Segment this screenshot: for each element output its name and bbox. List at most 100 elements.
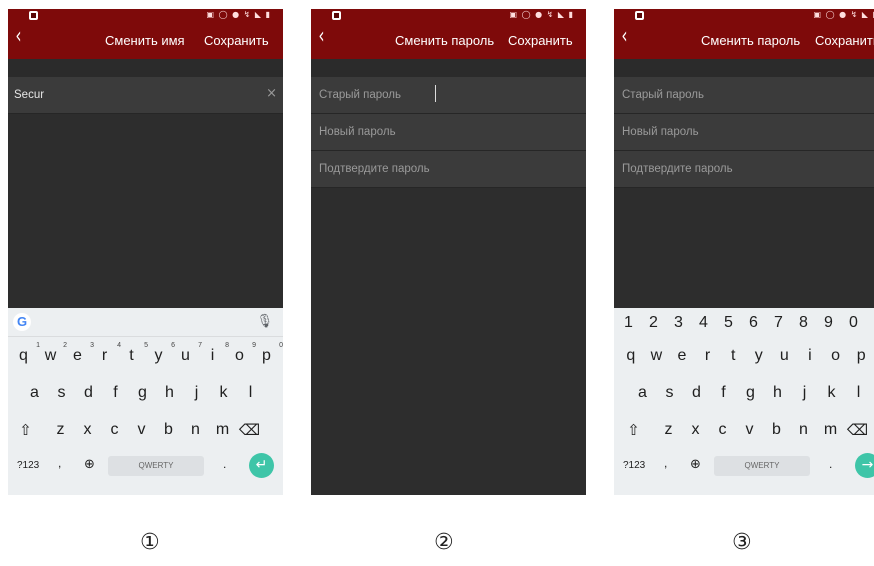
key-w[interactable]: w2 xyxy=(37,342,67,365)
key-b[interactable]: b xyxy=(155,421,182,439)
enter-icon[interactable]: ↵ xyxy=(249,453,274,478)
key-r[interactable]: r4 xyxy=(91,342,121,365)
new-password-field[interactable]: Новый пароль xyxy=(311,114,586,151)
key-k[interactable]: k xyxy=(210,384,237,402)
top-bar: ‹ Сменить пароль Сохранить xyxy=(311,23,586,59)
symbols-key[interactable]: ?123 xyxy=(17,460,39,471)
key-j[interactable]: j xyxy=(183,384,210,402)
key-g[interactable]: g xyxy=(129,384,156,402)
key-0[interactable]: 0 xyxy=(849,314,874,332)
symbols-key[interactable]: ?123 xyxy=(623,460,645,471)
back-arrow-icon[interactable]: ‹ xyxy=(318,26,324,48)
comma-key[interactable]: , xyxy=(664,456,667,470)
key-v[interactable]: v xyxy=(128,421,155,439)
key-9[interactable]: 9 xyxy=(824,314,849,332)
key-6[interactable]: 6 xyxy=(749,314,774,332)
key-e[interactable]: e3 xyxy=(64,342,94,365)
key-e[interactable]: e xyxy=(669,347,695,365)
key-d[interactable]: d xyxy=(683,384,710,402)
key-f[interactable]: f xyxy=(710,384,737,402)
key-3[interactable]: 3 xyxy=(674,314,699,332)
globe-icon[interactable]: ⊕ xyxy=(690,457,701,472)
key-h[interactable]: h xyxy=(764,384,791,402)
key-7[interactable]: 7 xyxy=(774,314,799,332)
key-l[interactable]: l xyxy=(237,384,264,402)
google-icon[interactable]: G xyxy=(13,313,31,331)
key-y[interactable]: y6 xyxy=(145,342,176,365)
backspace-icon[interactable]: ⌫ xyxy=(844,421,871,439)
confirm-password-placeholder: Подтвердите пароль xyxy=(319,163,430,175)
save-button[interactable]: Сохранить xyxy=(815,33,874,48)
key-i[interactable]: i xyxy=(797,347,823,365)
status-icons: ▣ ◯ ● ↯ ◣ ▮ xyxy=(509,10,574,19)
key-5[interactable]: 5 xyxy=(724,314,749,332)
key-a[interactable]: a xyxy=(21,384,48,402)
key-y[interactable]: y xyxy=(746,347,772,365)
key-8[interactable]: 8 xyxy=(799,314,824,332)
key-i[interactable]: i8 xyxy=(199,342,229,365)
globe-icon[interactable]: ⊕ xyxy=(84,457,95,472)
key-c[interactable]: c xyxy=(101,421,128,439)
key-a[interactable]: a xyxy=(629,384,656,402)
spacer xyxy=(614,59,874,77)
key-1[interactable]: 1 xyxy=(624,314,649,332)
period-key[interactable]: . xyxy=(223,457,226,471)
save-button[interactable]: Сохранить xyxy=(204,33,269,48)
comma-key[interactable]: , xyxy=(58,456,61,470)
key-b[interactable]: b xyxy=(763,421,790,439)
key-g[interactable]: g xyxy=(737,384,764,402)
key-2[interactable]: 2 xyxy=(649,314,674,332)
clear-icon[interactable]: × xyxy=(266,86,277,101)
key-t[interactable]: t xyxy=(720,347,746,365)
key-j[interactable]: j xyxy=(791,384,818,402)
back-arrow-icon[interactable]: ‹ xyxy=(621,26,627,48)
next-arrow-icon[interactable]: → xyxy=(855,453,874,478)
key-v[interactable]: v xyxy=(736,421,763,439)
key-h[interactable]: h xyxy=(156,384,183,402)
shift-icon[interactable]: ⇧ xyxy=(620,421,647,439)
shift-icon[interactable]: ⇧ xyxy=(12,421,39,439)
key-x[interactable]: x xyxy=(682,421,709,439)
key-x[interactable]: x xyxy=(74,421,101,439)
key-m[interactable]: m xyxy=(209,421,236,439)
key-m[interactable]: m xyxy=(817,421,844,439)
key-n[interactable]: n xyxy=(790,421,817,439)
space-key[interactable]: QWERTY xyxy=(714,456,810,476)
key-o[interactable]: o9 xyxy=(226,342,256,365)
confirm-password-field[interactable]: Подтвердите пароль xyxy=(311,151,586,188)
new-password-placeholder: Новый пароль xyxy=(622,126,699,138)
period-key[interactable]: . xyxy=(829,457,832,471)
space-key[interactable]: QWERTY xyxy=(108,456,204,476)
key-4[interactable]: 4 xyxy=(699,314,724,332)
keyboard-row-2: a s d f g h j k l xyxy=(614,374,874,411)
old-password-field[interactable]: Старый пароль xyxy=(614,77,874,114)
name-input[interactable]: Secur × xyxy=(8,77,283,114)
key-u[interactable]: u7 xyxy=(172,342,202,365)
key-p[interactable]: p0 xyxy=(253,342,283,365)
key-z[interactable]: z xyxy=(47,421,74,439)
key-r[interactable]: r xyxy=(695,347,721,365)
key-c[interactable]: c xyxy=(709,421,736,439)
back-arrow-icon[interactable]: ‹ xyxy=(15,26,21,48)
key-p[interactable]: p xyxy=(848,347,874,365)
key-k[interactable]: k xyxy=(818,384,845,402)
save-button[interactable]: Сохранить xyxy=(508,33,573,48)
key-s[interactable]: s xyxy=(656,384,683,402)
key-q[interactable]: q xyxy=(618,347,644,365)
old-password-field[interactable]: Старый пароль xyxy=(311,77,586,114)
new-password-field[interactable]: Новый пароль xyxy=(614,114,874,151)
key-s[interactable]: s xyxy=(48,384,75,402)
key-n[interactable]: n xyxy=(182,421,209,439)
key-l[interactable]: l xyxy=(845,384,872,402)
key-o[interactable]: o xyxy=(823,347,849,365)
key-z[interactable]: z xyxy=(655,421,682,439)
key-u[interactable]: u xyxy=(772,347,798,365)
key-t[interactable]: t5 xyxy=(118,342,148,365)
key-d[interactable]: d xyxy=(75,384,102,402)
mic-icon[interactable]: 🎙 xyxy=(256,314,273,329)
key-w[interactable]: w xyxy=(644,347,670,365)
confirm-password-field[interactable]: Подтвердите пароль xyxy=(614,151,874,188)
key-f[interactable]: f xyxy=(102,384,129,402)
key-q[interactable]: q1 xyxy=(10,342,40,365)
backspace-icon[interactable]: ⌫ xyxy=(236,421,263,439)
